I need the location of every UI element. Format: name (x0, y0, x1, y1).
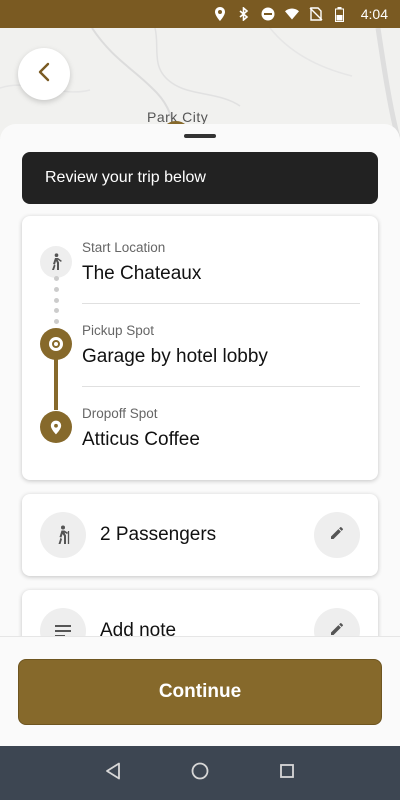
map-pin-icon (40, 411, 72, 443)
continue-button[interactable]: Continue (18, 659, 382, 725)
stop-value: The Chateaux (82, 263, 202, 284)
footer: Continue (0, 636, 400, 746)
edit-note-button[interactable] (314, 608, 360, 636)
pencil-icon (330, 526, 344, 545)
pickup-ring-icon (40, 328, 72, 360)
battery-icon (333, 6, 347, 22)
back-button[interactable] (18, 48, 70, 100)
edit-passengers-button[interactable] (314, 512, 360, 558)
passengers-row[interactable]: 2 Passengers (22, 494, 378, 576)
divider (82, 386, 360, 387)
passengers-count: 2 Passengers (100, 524, 217, 545)
status-time: 4:04 (360, 6, 388, 22)
continue-label: Continue (158, 681, 242, 702)
location-icon (213, 7, 227, 21)
trip-review-sheet[interactable]: Review your trip below Start Location Th… (0, 124, 400, 636)
system-nav-bar (0, 746, 400, 800)
bluetooth-icon (237, 7, 251, 21)
walking-person-icon (40, 246, 72, 278)
trip-stops-card: Start Location The Chateaux Pickup Spot … (22, 216, 378, 480)
do-not-disturb-icon (261, 7, 275, 21)
divider (82, 303, 360, 304)
square-recents-icon (279, 763, 295, 784)
stop-label: Start Location (82, 240, 166, 255)
stop-value: Atticus Coffee (82, 429, 200, 450)
no-sim-icon (309, 7, 323, 21)
person-hiking-icon (40, 512, 86, 558)
add-note-label: Add note (100, 620, 177, 636)
stop-value: Garage by hotel lobby (82, 346, 268, 367)
nav-back-button[interactable] (98, 758, 128, 788)
review-banner: Review your trip below (22, 152, 378, 204)
stop-start-location[interactable]: Start Location The Chateaux (82, 240, 360, 285)
chevron-left-icon (37, 62, 51, 87)
wifi-icon (284, 7, 299, 21)
pencil-icon (330, 622, 344, 637)
triangle-back-icon (105, 762, 121, 785)
circle-home-icon (191, 762, 209, 785)
nav-recents-button[interactable] (272, 758, 302, 788)
sheet-drag-handle[interactable] (184, 134, 216, 138)
status-bar: 4:04 (0, 0, 400, 28)
notes-lines-icon (40, 608, 86, 636)
stop-pickup-spot[interactable]: Pickup Spot Garage by hotel lobby (82, 323, 360, 368)
stop-label: Dropoff Spot (82, 406, 158, 421)
review-banner-text: Review your trip below (45, 169, 206, 186)
stop-label: Pickup Spot (82, 323, 155, 338)
route-dotted-connector (53, 276, 59, 324)
stop-dropoff-spot[interactable]: Dropoff Spot Atticus Coffee (82, 406, 360, 451)
nav-home-button[interactable] (185, 758, 215, 788)
add-note-row[interactable]: Add note (22, 590, 378, 636)
